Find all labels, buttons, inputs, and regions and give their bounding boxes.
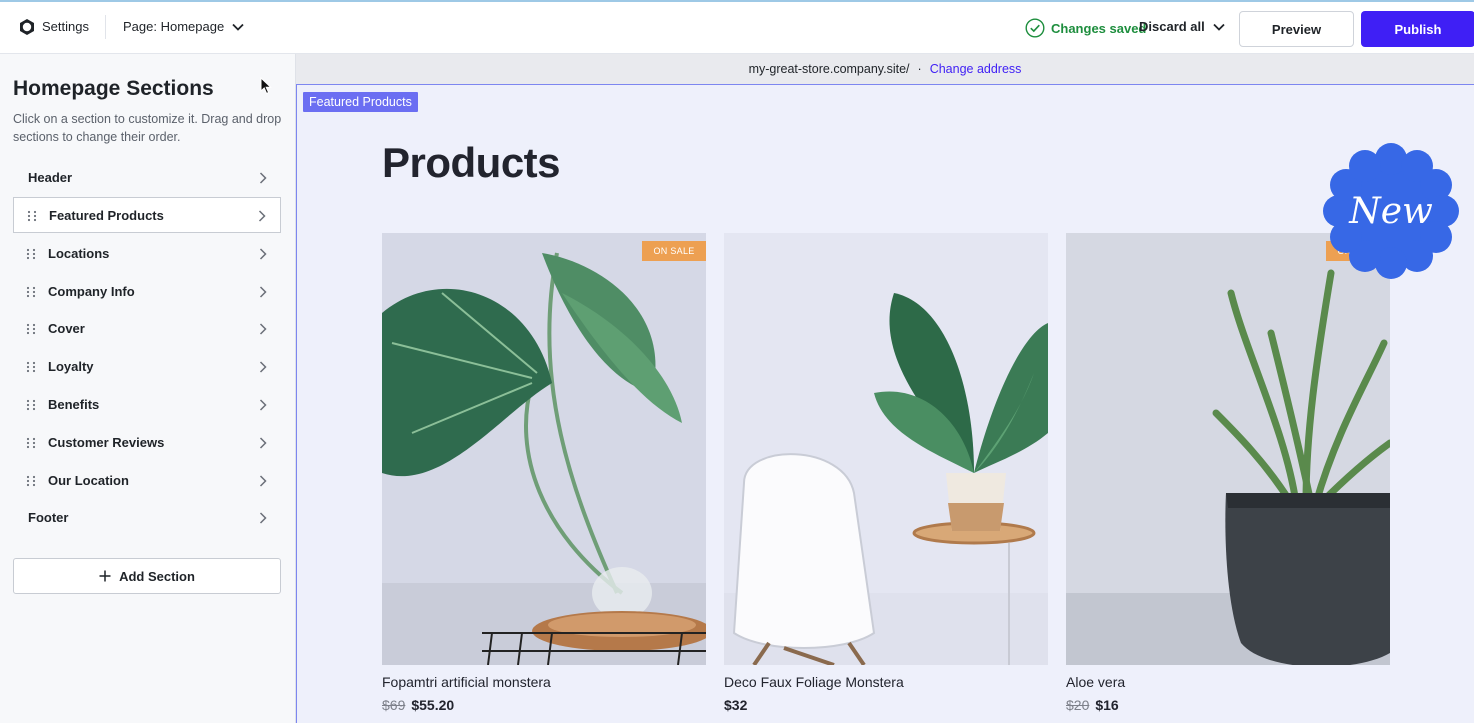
divider <box>105 15 106 39</box>
product-price: $20 $16 <box>1066 697 1119 713</box>
product-name[interactable]: Deco Faux Foliage Monstera <box>724 674 904 690</box>
section-item-label: Featured Products <box>49 208 164 223</box>
monstera-in-glass-vase-image <box>382 233 706 665</box>
drag-handle-icon[interactable] <box>26 361 36 373</box>
drag-handle-icon[interactable] <box>27 210 37 222</box>
product-image[interactable] <box>724 233 1048 665</box>
chevron-right-icon <box>259 512 267 524</box>
chevron-right-icon <box>259 248 267 260</box>
top-bar: Settings Page: Homepage Changes saved Di… <box>0 0 1474 54</box>
mouse-cursor-icon <box>260 77 272 95</box>
product-image[interactable]: ON SALE <box>382 233 706 665</box>
product-name[interactable]: Fopamtri artificial monstera <box>382 674 551 690</box>
product-name[interactable]: Aloe vera <box>1066 674 1125 690</box>
product-image[interactable]: ON SALE <box>1066 233 1390 665</box>
add-section-button[interactable]: Add Section <box>13 558 281 594</box>
app-logo-icon[interactable] <box>18 18 36 36</box>
product-card[interactable]: Deco Faux Foliage Monstera $32 <box>724 233 1048 713</box>
section-item-featured-products[interactable]: Featured Products <box>13 197 281 233</box>
section-item-customer-reviews[interactable]: Customer Reviews <box>13 425 281 461</box>
preview-button[interactable]: Preview <box>1239 11 1354 47</box>
section-item-label: Footer <box>28 510 69 525</box>
original-price: $20 <box>1066 697 1090 713</box>
section-item-label: Locations <box>48 246 110 261</box>
save-status-text: Changes saved <box>1051 20 1147 36</box>
drag-handle-icon[interactable] <box>26 323 36 335</box>
section-item-locations[interactable]: Locations <box>13 236 281 272</box>
chevron-right-icon <box>259 172 267 184</box>
aloe-vera-in-dark-pot-image <box>1066 233 1390 665</box>
drag-handle-icon[interactable] <box>26 248 36 260</box>
drag-handle-icon[interactable] <box>26 437 36 449</box>
white-chair-and-potted-monstera-image <box>724 233 1048 665</box>
chevron-down-icon <box>232 23 244 31</box>
featured-products-section[interactable]: Featured Products Products ON SALE Fopam… <box>296 85 1474 723</box>
original-price: $69 <box>382 697 406 713</box>
store-address: my-great-store.company.site/ <box>748 62 910 76</box>
section-item-loyalty[interactable]: Loyalty <box>13 349 281 385</box>
section-item-label: Our Location <box>48 473 129 488</box>
publish-button[interactable]: Publish <box>1361 11 1474 47</box>
chevron-right-icon <box>259 361 267 373</box>
drag-handle-icon[interactable] <box>26 475 36 487</box>
section-item-label: Customer Reviews <box>48 435 165 450</box>
section-item-cover[interactable]: Cover <box>13 311 281 347</box>
save-status: Changes saved <box>1025 18 1146 38</box>
product-card[interactable]: ON SALE Aloe vera $20 $16 <box>1066 233 1390 713</box>
product-card[interactable]: ON SALE Fopamtri artificial monstera $69… <box>382 233 706 713</box>
app-title[interactable]: Settings <box>42 19 89 34</box>
page-selector-label: Page: Homepage <box>123 19 225 34</box>
chevron-right-icon <box>258 210 266 222</box>
section-item-label: Benefits <box>48 397 100 412</box>
product-price: $32 <box>724 697 747 713</box>
drag-handle-icon[interactable] <box>26 399 36 411</box>
section-item-footer[interactable]: Footer <box>13 500 281 536</box>
add-section-label: Add Section <box>119 568 195 584</box>
current-price: $55.20 <box>411 697 455 713</box>
check-circle-icon <box>1025 18 1045 38</box>
section-item-label: Header <box>28 170 73 185</box>
section-item-benefits[interactable]: Benefits <box>13 387 281 423</box>
new-badge: New <box>1323 143 1459 279</box>
address-separator: · <box>917 62 922 76</box>
chevron-right-icon <box>259 323 267 335</box>
chevron-right-icon <box>259 437 267 449</box>
sidebar-description: Click on a section to customize it. Drag… <box>13 112 282 144</box>
chevron-right-icon <box>259 475 267 487</box>
new-badge-text: New <box>1348 191 1433 232</box>
products-heading: Products <box>382 139 561 186</box>
preview-canvas: my-great-store.company.site/ · Change ad… <box>296 54 1474 723</box>
plus-icon <box>99 570 111 582</box>
section-tag: Featured Products <box>303 92 418 112</box>
section-item-label: Cover <box>48 321 85 336</box>
section-item-company-info[interactable]: Company Info <box>13 274 281 310</box>
section-item-label: Company Info <box>48 284 135 299</box>
sidebar-title: Homepage Sections <box>13 77 214 100</box>
chevron-right-icon <box>259 399 267 411</box>
discard-all-label: Discard all <box>1139 19 1205 34</box>
sections-sidebar: Homepage Sections Click on a section to … <box>0 54 296 723</box>
chevron-right-icon <box>259 286 267 298</box>
discard-all-menu[interactable]: Discard all <box>1139 19 1225 34</box>
section-item-label: Loyalty <box>48 359 94 374</box>
chevron-down-icon <box>1213 23 1225 31</box>
section-item-our-location[interactable]: Our Location <box>13 463 281 499</box>
on-sale-badge: ON SALE <box>642 241 706 261</box>
address-bar: my-great-store.company.site/ · Change ad… <box>296 54 1474 85</box>
drag-handle-icon[interactable] <box>26 286 36 298</box>
current-price: $32 <box>724 697 748 713</box>
change-address-link[interactable]: Change address <box>930 62 1022 76</box>
section-item-header[interactable]: Header <box>13 160 281 196</box>
page-selector[interactable]: Page: Homepage <box>123 19 244 34</box>
current-price: $16 <box>1095 697 1119 713</box>
product-price: $69 $55.20 <box>382 697 454 713</box>
